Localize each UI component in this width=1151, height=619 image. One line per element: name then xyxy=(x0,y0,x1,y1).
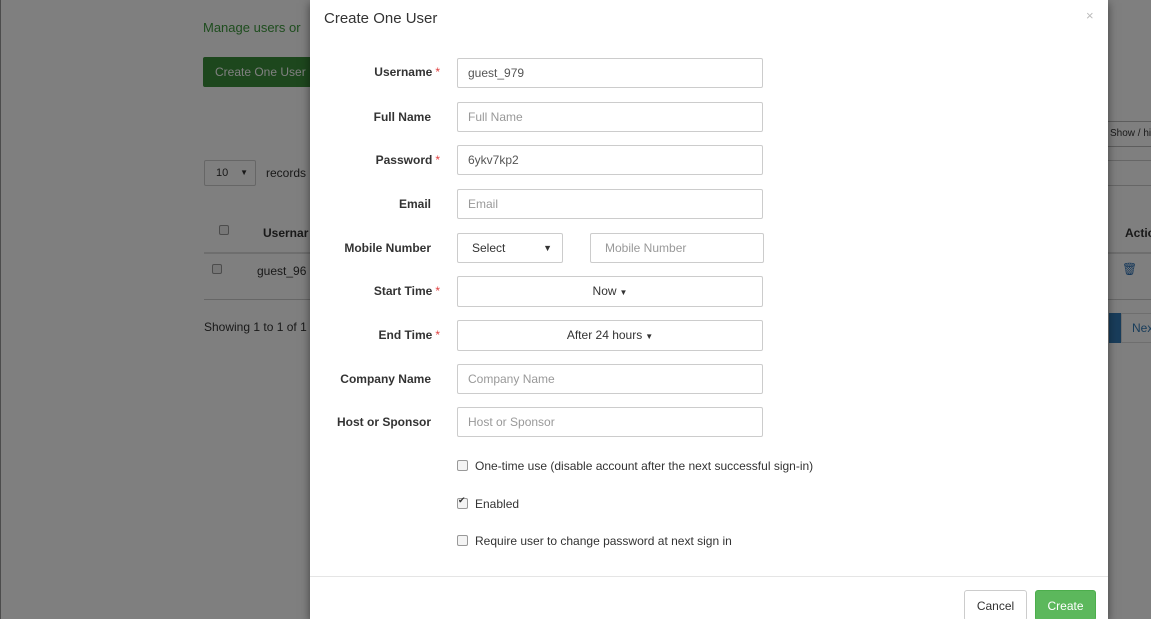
end-time-dropdown[interactable]: After 24 hours ▼ xyxy=(457,320,763,351)
caret-down-icon: ▼ xyxy=(645,332,654,341)
start-time-value: Now xyxy=(592,284,617,298)
enabled-label: Enabled xyxy=(475,497,520,511)
caret-down-icon: ▼ xyxy=(543,243,552,253)
company-name-input[interactable] xyxy=(457,364,763,394)
caret-down-icon: ▼ xyxy=(619,288,628,297)
password-input[interactable] xyxy=(457,145,763,175)
host-sponsor-input[interactable] xyxy=(457,407,763,437)
require-password-change-option[interactable]: Require user to change password at next … xyxy=(457,534,732,548)
end-time-value: After 24 hours xyxy=(566,328,643,342)
end-time-label-text: End Time xyxy=(378,328,433,342)
required-marker: * xyxy=(435,328,440,342)
start-time-label: Start Time * xyxy=(290,284,440,298)
username-input[interactable] xyxy=(457,58,763,88)
cancel-button[interactable]: Cancel xyxy=(964,590,1027,619)
create-button[interactable]: Create xyxy=(1035,590,1096,619)
country-code-select[interactable]: Select ▼ xyxy=(457,233,563,263)
host-sponsor-label: Host or Sponsor xyxy=(336,415,431,429)
full-name-input[interactable] xyxy=(457,102,763,132)
end-time-label: End Time * xyxy=(290,328,440,342)
modal-title: Create One User xyxy=(324,10,438,27)
enabled-checkbox[interactable] xyxy=(457,496,468,509)
require-password-change-label: Require user to change password at next … xyxy=(475,534,732,548)
username-label: Username * xyxy=(290,65,440,79)
enabled-option[interactable]: Enabled xyxy=(457,496,520,511)
required-marker: * xyxy=(435,284,440,298)
username-label-text: Username xyxy=(374,65,433,79)
full-name-label: Full Name xyxy=(373,110,431,124)
modal-header: Create One User × xyxy=(310,0,1108,40)
start-time-dropdown[interactable]: Now ▼ xyxy=(457,276,763,307)
required-marker: * xyxy=(435,65,440,79)
create-user-modal: Create One User × Username* Full Name Pa… xyxy=(310,0,1108,619)
one-time-use-checkbox[interactable] xyxy=(457,460,468,471)
password-label: Password * xyxy=(290,153,440,167)
require-password-change-checkbox[interactable] xyxy=(457,535,468,546)
country-code-value: Select xyxy=(472,241,506,255)
one-time-use-option[interactable]: One-time use (disable account after the … xyxy=(457,459,813,473)
mobile-number-label: Mobile Number xyxy=(344,241,431,255)
password-label-text: Password xyxy=(375,153,433,167)
start-time-label-text: Start Time xyxy=(373,284,433,298)
company-name-label: Company Name xyxy=(340,372,431,386)
one-time-use-label: One-time use (disable account after the … xyxy=(475,459,814,473)
close-icon[interactable]: × xyxy=(1086,8,1094,23)
mobile-number-input[interactable] xyxy=(590,233,764,263)
email-label: Email xyxy=(398,197,431,211)
email-input[interactable] xyxy=(457,189,763,219)
required-marker: * xyxy=(435,153,440,167)
